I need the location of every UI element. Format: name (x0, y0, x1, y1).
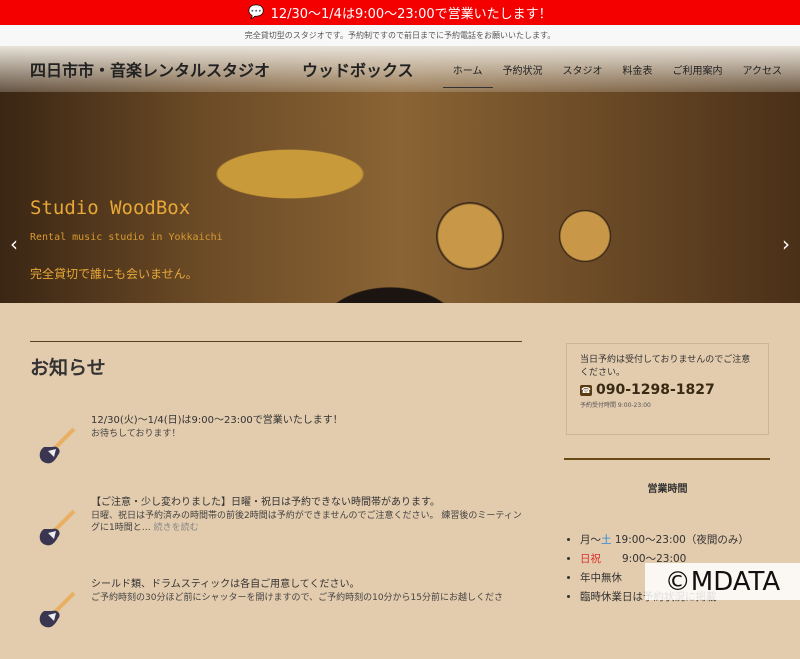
hours-day: 日祝 (580, 553, 601, 565)
hero-title: Studio WoodBox (30, 197, 191, 219)
hours-time: 19:00〜23:00（夜間のみ） (611, 534, 749, 546)
guitar-icon (36, 425, 76, 465)
guitar-icon (36, 589, 76, 629)
news-body: 日曜、祝日は予約済みの時間帯の前後2時間は予約ができませんのでご注意ください。 … (91, 510, 522, 534)
hours-text: 臨時休業日は (580, 591, 643, 603)
hours-day: 土 (601, 534, 612, 546)
phone-number: 090-1298-1827 (596, 382, 715, 398)
phone-icon: ☎ (580, 385, 592, 396)
hours-item: 月〜土 19:00〜23:00（夜間のみ） (580, 531, 769, 550)
slider-prev-icon[interactable]: ‹ (10, 232, 18, 256)
news-item[interactable]: シールド類、ドラムスティックは各自ご用意してください。 ご予約時刻の30分ほど前に… (30, 577, 522, 659)
news-item[interactable]: 12/30(火)〜1/4(日)は9:00〜23:00で営業いたします！ お待ちして… (30, 413, 522, 495)
phone-link[interactable]: ☎ 090-1298-1827 (580, 382, 755, 398)
news-title[interactable]: シールド類、ドラムスティックは各自ご用意してください。 (91, 577, 522, 592)
menu-access[interactable]: アクセス (733, 50, 793, 88)
hours-heading: 営業時間 (647, 484, 688, 495)
main-menu: ホーム 予約状況 スタジオ 料金表 ご利用案内 アクセス (442, 46, 793, 92)
hero-slider: 四日市市・音楽レンタルスタジオ ウッドボックス ホーム 予約状況 スタジオ 料金… (0, 46, 800, 303)
chat-bubble-icon: 💬 (248, 5, 265, 20)
reservation-box: 当日予約は受付しておりませんのでご注意ください。 ☎ 090-1298-1827 … (566, 343, 769, 435)
hours-text: 月〜 (580, 534, 601, 546)
announcement-text: 12/30〜1/4は9:00〜23:00で営業いたします！ (270, 7, 552, 22)
news-body-text: ご予約時刻の30分ほど前にシャッターを開けますので、ご予約時刻の10分から15分… (91, 593, 503, 603)
menu-pricing[interactable]: 料金表 (613, 50, 663, 88)
news-body: ご予約時刻の30分ほど前にシャッターを開けますので、ご予約時刻の10分から15分… (91, 592, 522, 604)
announcement-bar[interactable]: 💬 12/30〜1/4は9:00〜23:00で営業いたします！ (0, 0, 800, 25)
news-body-text: お待ちしております！ (91, 429, 181, 439)
divider (564, 458, 770, 460)
read-more-link[interactable]: 続きを読む (154, 523, 199, 533)
hours-text: 年中無休 (580, 572, 622, 584)
menu-home[interactable]: ホーム (442, 50, 493, 88)
news-title[interactable]: 12/30(火)〜1/4(日)は9:00〜23:00で営業いたします！ (91, 413, 522, 428)
hero-subtitle: Rental music studio in Yokkaichi (30, 232, 223, 243)
news-body: お待ちしております！ (91, 428, 522, 440)
reservation-notice: 当日予約は受付しておりませんのでご注意ください。 (580, 355, 751, 378)
subheader: 完全貸切型のスタジオです。予約制ですので前日までに予約電話をお願いいたします。 (0, 25, 800, 46)
phone-hours: 予約受付時間 9:00-23:00 (580, 402, 651, 409)
hero-tagline: 完全貸切で誰にも会いません。 (30, 267, 198, 281)
news-section: お知らせ 12/30(火)〜1/4(日)は9:00〜23:00で営業いたします！… (30, 341, 522, 659)
menu-reservation-status[interactable]: 予約状況 (493, 50, 553, 88)
menu-guide[interactable]: ご利用案内 (663, 50, 733, 88)
header-nav: 四日市市・音楽レンタルスタジオ ウッドボックス ホーム 予約状況 スタジオ 料金… (0, 46, 800, 92)
news-item[interactable]: 【ご注意・少し変わりました】日曜・祝日は予約できない時間帯があります。 日曜、祝日… (30, 495, 522, 577)
watermark: ©MDATA (645, 563, 800, 600)
slider-next-icon[interactable]: › (782, 232, 790, 256)
guitar-icon (36, 507, 76, 547)
menu-studio[interactable]: スタジオ (553, 50, 613, 88)
news-title[interactable]: 【ご注意・少し変わりました】日曜・祝日は予約できない時間帯があります。 (91, 495, 522, 510)
site-logo[interactable]: 四日市市・音楽レンタルスタジオ ウッドボックス (30, 57, 414, 81)
news-heading: お知らせ (30, 357, 106, 379)
